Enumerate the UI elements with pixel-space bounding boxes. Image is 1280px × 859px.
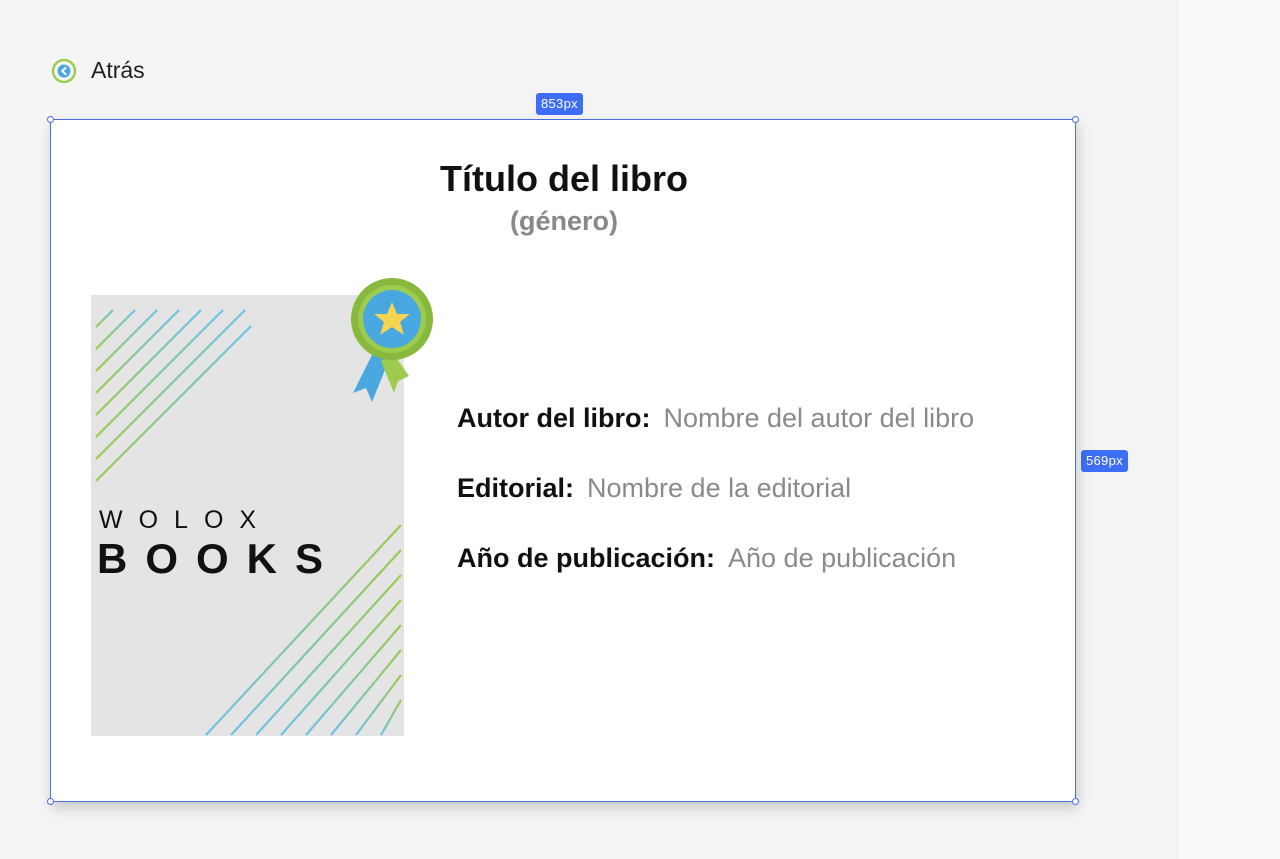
book-genre: (género) <box>510 206 618 236</box>
publisher-value: Nombre de la editorial <box>587 473 852 503</box>
height-dimension-badge: 569px <box>1081 450 1128 472</box>
back-button[interactable]: Atrás <box>51 57 145 84</box>
award-ribbon-star-icon <box>351 278 433 402</box>
book-details: Autor del libro: Nombre del autor del li… <box>457 403 974 613</box>
detail-publisher: Editorial: Nombre de la editorial <box>457 473 974 543</box>
canvas-right-panel <box>1177 0 1280 859</box>
cover-brand-books: BOOKS <box>97 535 341 582</box>
resize-handle-top-left[interactable] <box>47 116 54 123</box>
author-label: Autor del libro: <box>457 403 651 433</box>
publication-year-label: Año de publicación: <box>457 543 716 573</box>
publisher-label: Editorial: <box>457 473 575 503</box>
back-label: Atrás <box>91 57 145 83</box>
detail-author: Autor del libro: Nombre del autor del li… <box>457 403 974 473</box>
chevron-left-circle-icon <box>51 58 77 83</box>
resize-handle-top-right[interactable] <box>1072 116 1079 123</box>
book-cover-image: WOLOX BOOKS <box>91 278 433 736</box>
resize-handle-bottom-right[interactable] <box>1072 798 1079 805</box>
publication-year-value: Año de publicación <box>728 543 957 573</box>
resize-handle-bottom-left[interactable] <box>47 798 54 805</box>
book-title: Título del libro <box>440 158 688 199</box>
width-dimension-badge: 853px <box>536 93 583 115</box>
detail-publication-year: Año de publicación: Año de publicación <box>457 543 974 613</box>
cover-brand-wolox: WOLOX <box>99 506 272 534</box>
author-value: Nombre del autor del libro <box>663 403 975 433</box>
book-detail-card[interactable]: Título del libro (género) WOLOX BOOKS Au… <box>47 116 1079 805</box>
